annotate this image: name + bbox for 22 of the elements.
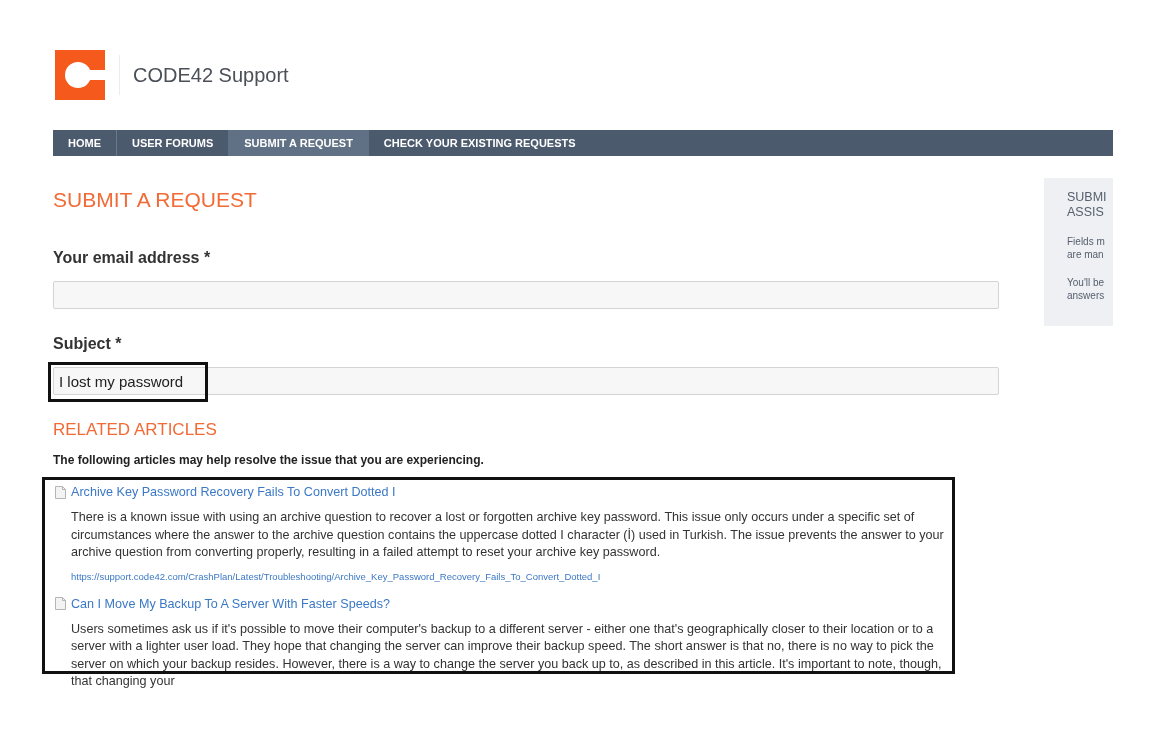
article-summary: There is a known issue with using an archive question to recover a lost or forgotten archive key password. This issue only occurs under a specific set of circumstances where the answer to the archive question contains the uppercase dotted I character (İ) used in Turkish. The issue prevents the answer to your archive question from converting properly, resulting in a failed attempt to reset your archive key password. bbox=[71, 509, 945, 561]
article-link[interactable]: Can I Move My Backup To A Server With Faster Speeds? bbox=[71, 596, 390, 611]
site-title: CODE42 Support bbox=[133, 63, 289, 87]
input-field[interactable] bbox=[53, 281, 999, 309]
sidebar-text: You'll be answers bbox=[1067, 276, 1106, 302]
section-heading: RELATED ARTICLES bbox=[53, 420, 218, 440]
nav-tab[interactable]: SUBMIT A REQUEST bbox=[228, 130, 369, 156]
sidebar-text: Fields m are man bbox=[1067, 235, 1106, 261]
document-icon bbox=[55, 485, 66, 499]
article-link[interactable]: Archive Key Password Recovery Fails To Convert Dotted I bbox=[71, 485, 396, 499]
page-heading: SUBMIT A REQUEST bbox=[53, 188, 258, 212]
field-label: Your email address * bbox=[53, 249, 211, 267]
logo-icon bbox=[55, 50, 105, 100]
article-summary: Users sometimes ask us if it's possible to move their computer's backup to a different server - either one that's geographically closer to their location or to a server with a lighter user load. They hope that changing the server can improve their backup speed. The short answer is that no, there is no way to pick the server on which your backup resides. However, there is a way to change the server you back up to, as described in this article. It's important to note, though, that changing your bbox=[71, 620, 943, 690]
sidebar-heading: SUBMI ASSIS bbox=[1067, 190, 1108, 220]
input-field[interactable]: I lost my password bbox=[53, 367, 999, 395]
intro-text: The following articles may help resolve the issue that you are experiencing. bbox=[53, 453, 484, 467]
nav-tab[interactable]: HOME bbox=[53, 130, 116, 156]
field-label: Subject * bbox=[53, 335, 122, 353]
nav-tab[interactable]: CHECK YOUR EXISTING REQUESTS bbox=[368, 130, 591, 156]
article-url-link[interactable]: https://support.code42.com/CrashPlan/Latest/Troubleshooting/Archive_Key_Password_Recovery_Fails_To_Convert_Dotted_I bbox=[71, 570, 601, 583]
document-icon bbox=[55, 597, 66, 610]
